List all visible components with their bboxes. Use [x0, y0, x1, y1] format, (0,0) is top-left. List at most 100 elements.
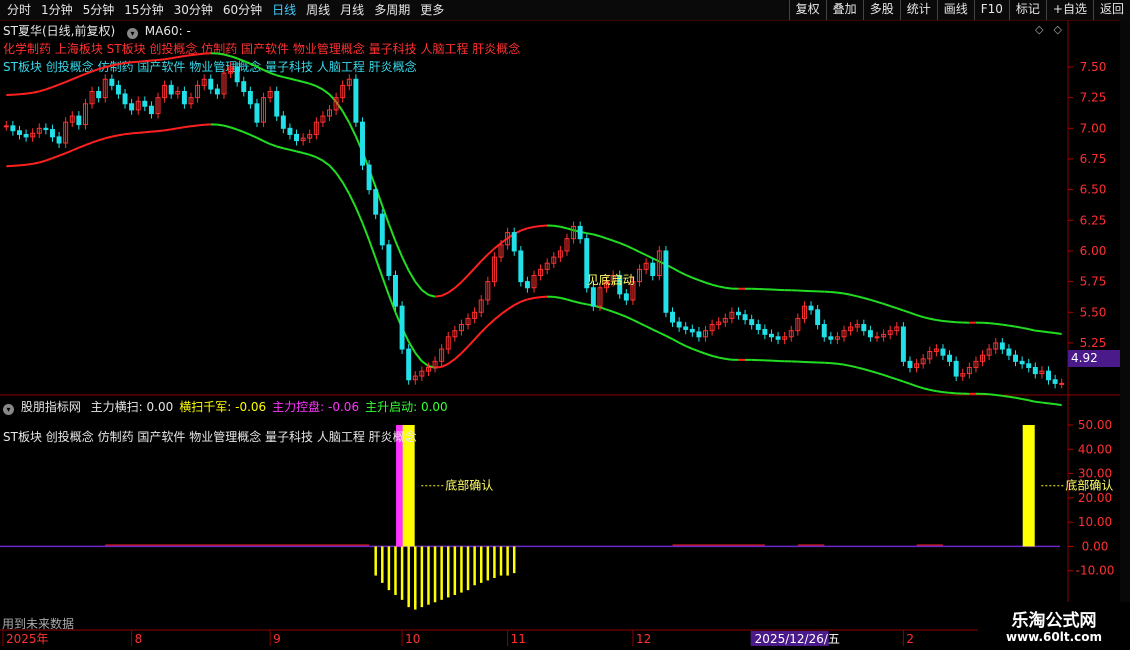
lower-band-segment: [889, 376, 898, 381]
upper-band-segment: [19, 92, 27, 96]
candle-body: [17, 130, 22, 135]
candle-body: [696, 331, 702, 338]
lower-band-segment: [1054, 403, 1062, 407]
x-axis-label: 2025年: [6, 632, 49, 646]
upper-band-segment: [850, 293, 858, 298]
lower-band-segment: [354, 207, 364, 224]
lower-band-segment: [381, 276, 390, 296]
lower-band-segment: [164, 128, 172, 132]
lower-band-segment: [144, 130, 152, 134]
candle-body: [1052, 379, 1058, 384]
upper-band-segment: [39, 88, 47, 93]
candle-body: [518, 250, 524, 283]
lower-band-segment: [500, 308, 509, 316]
upper-band-segment: [473, 260, 482, 269]
upper-band-segment: [341, 110, 351, 124]
candle-body: [56, 136, 62, 144]
candle-body: [208, 78, 214, 90]
candle-body: [234, 66, 240, 83]
candle-body: [755, 324, 761, 330]
main-y-tick-label: 5.25: [1080, 336, 1107, 350]
candle-body: [287, 127, 293, 135]
x-axis-label: 10: [405, 632, 420, 646]
candle-body: [353, 78, 359, 123]
lower-band-segment: [58, 152, 67, 157]
lower-band-segment: [177, 126, 185, 130]
lower-band-segment: [19, 163, 27, 167]
indicator-header: ▾ 股朋指标网 主力横扫: 0.00 横扫千军: -0.06 主力控盘: -0.06…: [3, 398, 448, 415]
upper-band-segment: [1035, 329, 1043, 333]
lower-band-segment: [276, 145, 284, 150]
candle-body: [406, 348, 412, 381]
candle-body: [676, 321, 682, 328]
candle-body: [999, 342, 1005, 350]
upper-band-segment: [520, 227, 528, 232]
candle-body: [142, 100, 148, 107]
main-y-tick-label: 6.00: [1080, 244, 1107, 258]
indicator-settings-icon[interactable]: ▾: [3, 404, 14, 415]
candle-body: [749, 319, 755, 326]
upper-band-segment: [124, 61, 132, 65]
upper-band-segment: [1041, 330, 1049, 334]
main-y-tick-label: 7.50: [1080, 60, 1107, 74]
lower-band-segment: [236, 128, 245, 133]
lower-band-segment: [527, 297, 535, 301]
lower-band-segment: [441, 362, 449, 368]
upper-band-segment: [263, 69, 271, 74]
candle-body: [940, 348, 946, 356]
lower-band-segment: [922, 387, 931, 391]
upper-band-segment: [32, 90, 40, 94]
current-price-tag: 4.92: [1068, 350, 1120, 367]
lower-band-segment: [269, 143, 278, 148]
upper-band-segment: [236, 57, 245, 62]
lower-band-segment: [289, 148, 297, 153]
candle-body: [49, 129, 55, 138]
upper-band-segment: [217, 52, 225, 56]
candle-body: [736, 311, 741, 316]
upper-band-segment: [309, 82, 317, 88]
candle-body: [280, 115, 286, 129]
sub-y-tick-label: 20.00: [1078, 491, 1112, 505]
lower-band-segment: [1002, 394, 1010, 398]
upper-band-segment: [856, 295, 865, 299]
upper-band-segment: [157, 58, 165, 62]
candle-body: [360, 121, 365, 166]
lower-band-segment: [691, 347, 700, 353]
lower-band-segment: [599, 306, 607, 311]
upper-band-segment: [434, 294, 442, 298]
upper-band-segment: [553, 224, 561, 228]
lower-band-segment: [223, 124, 231, 129]
lower-band-segment: [118, 133, 126, 137]
upper-band-segment: [249, 62, 258, 68]
lower-band-segment: [157, 129, 165, 133]
lower-band-segment: [573, 300, 581, 304]
sub-y-tick-label: 50.00: [1078, 418, 1112, 432]
chart-canvas[interactable]: 5.25 5.50 5.75 6.00 6.25 6.50 6.75 7.00 7.25 7.50…: [0, 0, 1130, 650]
lower-band-segment: [725, 357, 733, 361]
lower-band-segment: [361, 222, 371, 241]
lower-band-segment: [414, 352, 423, 362]
candle-body: [650, 262, 656, 276]
indicator-name: 股朋指标网: [20, 400, 81, 414]
lower-band-segment: [78, 144, 86, 149]
candle-body: [366, 164, 372, 191]
upper-band-segment: [949, 320, 957, 324]
lower-band-segment: [856, 366, 865, 371]
upper-band-segment: [909, 311, 917, 316]
lower-band-segment: [606, 308, 614, 313]
lower-band-segment: [718, 356, 726, 360]
candle-body: [1032, 366, 1038, 375]
upper-band-segment: [711, 283, 719, 288]
upper-band-segment: [460, 274, 469, 283]
lower-band-segment: [711, 354, 719, 359]
candle-body: [241, 81, 247, 93]
lower-band-segment: [487, 318, 496, 327]
lower-band-segment: [513, 300, 522, 306]
upper-band-segment: [447, 287, 456, 294]
upper-band-segment: [837, 291, 845, 295]
sub-y-tick-label: 0.00: [1082, 539, 1109, 553]
upper-band-segment: [487, 247, 496, 256]
candle-body: [3, 125, 9, 128]
lower-band-segment: [473, 331, 482, 340]
candle-body: [181, 91, 187, 105]
